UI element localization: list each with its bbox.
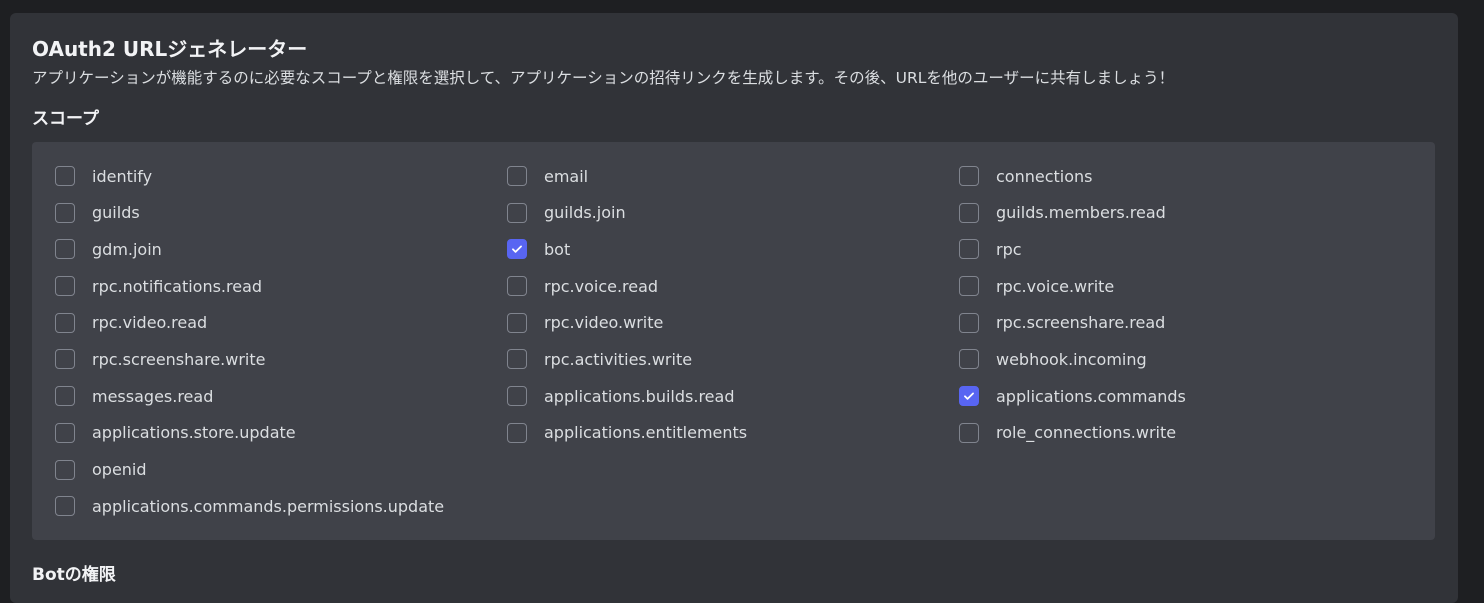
scope-checkbox-item[interactable]: rpc.screenshare.read — [959, 311, 1411, 335]
scope-checkbox[interactable] — [507, 349, 527, 370]
scope-checkbox[interactable] — [507, 422, 527, 443]
scope-checkbox-item[interactable]: applications.commands — [959, 384, 1411, 408]
scope-label: email — [544, 166, 589, 186]
scope-label: webhook.incoming — [996, 349, 1147, 369]
scope-checkbox-item[interactable]: applications.builds.read — [507, 384, 959, 408]
scope-label: identify — [92, 166, 153, 186]
scope-label: applications.builds.read — [544, 386, 735, 406]
scope-label: openid — [92, 460, 147, 479]
scope-checkbox[interactable] — [55, 459, 75, 480]
scope-checkbox-item[interactable]: rpc.video.read — [55, 311, 507, 335]
scope-grid-spacer — [959, 458, 1411, 495]
scope-label: applications.store.update — [92, 423, 296, 443]
scope-label: rpc.screenshare.read — [996, 313, 1166, 333]
scope-checkbox[interactable] — [959, 166, 979, 186]
scope-checkbox[interactable] — [55, 202, 75, 223]
scope-checkbox[interactable] — [959, 276, 979, 297]
scope-grid-spacer — [507, 458, 959, 495]
scope-checkbox[interactable] — [959, 239, 979, 260]
scope-checkbox[interactable] — [55, 276, 75, 297]
scope-checkbox-item[interactable]: rpc.voice.write — [959, 274, 1411, 298]
scope-checkbox[interactable] — [55, 386, 75, 407]
scope-checkbox[interactable] — [55, 312, 75, 333]
scope-checkbox-item[interactable]: webhook.incoming — [959, 347, 1411, 371]
scope-checkbox[interactable] — [959, 422, 979, 443]
scope-label: bot — [544, 239, 571, 259]
scope-checkbox[interactable] — [507, 202, 527, 223]
scope-checkbox-item[interactable]: rpc.notifications.read — [55, 274, 507, 298]
scope-checkbox-item[interactable]: rpc.voice.read — [507, 274, 959, 298]
scope-checkbox-item[interactable]: guilds.members.read — [959, 201, 1411, 225]
scope-checkbox-item[interactable]: rpc.screenshare.write — [55, 347, 507, 371]
scope-checkbox-item[interactable]: applications.store.update — [55, 421, 507, 445]
scope-checkbox[interactable] — [55, 239, 75, 260]
scope-checkbox[interactable] — [55, 166, 75, 186]
scope-label: rpc.video.read — [92, 313, 208, 333]
scope-checkbox-item[interactable]: email — [507, 164, 959, 188]
scope-checkbox-item[interactable]: messages.read — [55, 384, 507, 408]
scope-checkbox-item[interactable]: guilds — [55, 201, 507, 225]
scope-checkbox-item[interactable]: bot — [507, 237, 959, 261]
scope-checkbox[interactable] — [55, 349, 75, 370]
scope-checkbox[interactable] — [959, 312, 979, 333]
scopes-heading: スコープ — [32, 109, 99, 129]
scope-label: connections — [996, 166, 1093, 186]
checkmark-icon — [512, 245, 522, 254]
scope-label: applications.commands — [996, 386, 1186, 406]
scope-checkbox-item[interactable]: applications.commands.permissions.update — [55, 494, 507, 518]
scope-checkbox[interactable] — [507, 166, 527, 186]
scope-checkbox-item[interactable]: openid — [55, 458, 507, 482]
oauth2-url-generator-panel: OAuth2 URLジェネレーター アプリケーションが機能するのに必要なスコープ… — [10, 13, 1458, 603]
scope-checkbox[interactable] — [507, 276, 527, 297]
scope-checkbox-item[interactable]: guilds.join — [507, 201, 959, 225]
scope-label: rpc.screenshare.write — [92, 349, 266, 369]
scope-checkbox-item[interactable]: connections — [959, 164, 1411, 188]
page-description: アプリケーションが機能するのに必要なスコープと権限を選択して、アプリケーションの… — [32, 69, 1175, 87]
scope-checkbox-item[interactable]: rpc — [959, 237, 1411, 261]
scope-checkbox[interactable] — [55, 422, 75, 443]
scope-label: messages.read — [92, 386, 214, 406]
scope-label: rpc.notifications.read — [92, 276, 263, 296]
scope-checkbox[interactable] — [959, 349, 979, 370]
scope-label: rpc.video.write — [544, 313, 664, 333]
scope-label: rpc — [996, 239, 1022, 259]
scope-checkbox[interactable] — [507, 386, 527, 407]
scope-checkbox[interactable] — [55, 496, 75, 517]
scope-label: applications.commands.permissions.update — [92, 496, 445, 516]
bot-permissions-heading: Botの権限 — [32, 565, 116, 585]
scope-checkbox[interactable] — [507, 239, 527, 260]
scope-checkbox-item[interactable]: rpc.activities.write — [507, 347, 959, 371]
scope-label: guilds — [92, 203, 140, 223]
page-title: OAuth2 URLジェネレーター — [32, 37, 308, 61]
scope-label: gdm.join — [92, 239, 162, 259]
scope-checkbox-item[interactable]: identify — [55, 164, 507, 188]
scope-label: guilds.members.read — [996, 203, 1166, 223]
scope-label: rpc.voice.write — [996, 276, 1115, 296]
scope-checkbox-item[interactable]: gdm.join — [55, 237, 507, 261]
scope-label: applications.entitlements — [544, 423, 748, 443]
scope-grid: identify email connections guilds guilds.joi… — [55, 164, 1435, 531]
scope-label: rpc.voice.read — [544, 276, 659, 296]
scope-checkbox[interactable] — [959, 386, 979, 407]
scope-label: guilds.join — [544, 203, 626, 223]
scope-checkbox[interactable] — [959, 202, 979, 223]
scope-checkbox-item[interactable]: rpc.video.write — [507, 311, 959, 335]
scope-label: role_connections.write — [996, 423, 1177, 443]
scope-checkbox-item[interactable]: applications.entitlements — [507, 421, 959, 445]
scope-label: rpc.activities.write — [544, 349, 693, 369]
scope-checkbox-item[interactable]: role_connections.write — [959, 421, 1411, 445]
scope-list: identify email connections guilds guilds.joi… — [32, 142, 1435, 540]
checkmark-icon — [964, 392, 974, 400]
scope-checkbox[interactable] — [507, 312, 527, 333]
